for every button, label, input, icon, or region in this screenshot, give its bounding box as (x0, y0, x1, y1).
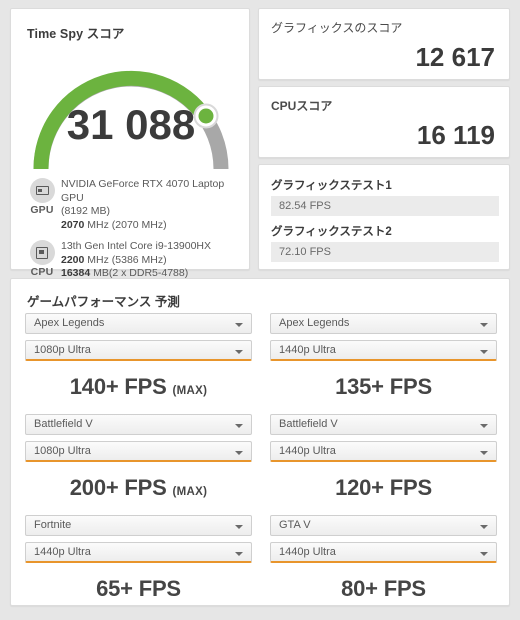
cpu-icon (29, 240, 55, 265)
cpu-icon-label: CPU (30, 266, 54, 278)
preset-select-value: 1440p Ultra (279, 344, 336, 356)
timespy-score-panel: Time Spy スコア 31 088 GPU NVIDIA GeForce R… (10, 8, 250, 279)
gpu-icon (29, 178, 55, 203)
graphics-test-2-value: 72.10 FPS (271, 242, 499, 262)
chevron-down-icon (235, 323, 243, 327)
game-select[interactable]: Fortnite (25, 515, 252, 536)
fps-estimate: 120+ FPS (270, 468, 497, 511)
chevron-down-icon (480, 525, 488, 529)
game-select-value: Battlefield V (279, 418, 338, 430)
benchmark-result-page: Time Spy スコア 31 088 GPU NVIDIA GeForce R… (0, 0, 520, 620)
cpu-clock-value: 2200 (61, 253, 85, 266)
chevron-down-icon (480, 451, 488, 455)
chevron-down-icon (235, 424, 243, 428)
graphics-test-2-label: グラフィックステスト2 (271, 226, 392, 238)
timespy-panel-title: Time Spy スコア (27, 27, 125, 41)
game-select[interactable]: Battlefield V (25, 414, 252, 435)
graphics-score-value: 12 617 (415, 42, 495, 72)
gpu-memory: (8192 MB) (61, 205, 111, 217)
preset-select-value: 1440p Ultra (34, 546, 91, 558)
game-performance-grid: Apex Legends 1080p Ultra 140+ FPS (MAX) … (25, 313, 497, 616)
game-performance-title: ゲームパフォーマンス 予測 (27, 295, 180, 309)
fps-estimate: 65+ FPS (25, 569, 252, 612)
game-cell: Apex Legends 1080p Ultra 140+ FPS (MAX) (25, 313, 252, 414)
graphics-score-panel: グラフィックスのスコア 12 617 (258, 8, 510, 80)
gpu-icon-label: GPU (30, 204, 54, 216)
game-select-value: Fortnite (34, 519, 72, 531)
game-select-value: Apex Legends (34, 317, 105, 329)
preset-select[interactable]: 1440p Ultra (25, 542, 252, 563)
graphics-tests-panel: グラフィックステスト1 82.54 FPS グラフィックステスト2 72.10 … (258, 164, 510, 270)
chevron-down-icon (480, 323, 488, 327)
graphics-test-1-label: グラフィックステスト1 (271, 180, 392, 192)
fps-estimate: 80+ FPS (270, 569, 497, 612)
fps-max-badge: (MAX) (172, 486, 208, 498)
cpu-clock-unit: MHz (5386 MHz) (84, 253, 167, 266)
cpu-score-panel: CPUスコア 16 119 (258, 86, 510, 158)
fps-estimate: 135+ FPS (270, 367, 497, 410)
fps-max-badge: (MAX) (172, 385, 208, 397)
preset-select[interactable]: 1440p Ultra (270, 340, 497, 361)
fps-value: 65+ FPS (96, 576, 181, 601)
game-select[interactable]: Apex Legends (25, 313, 252, 334)
cpu-details: 13th Gen Intel Core i9-13900HX 2200 MHz … (61, 239, 249, 281)
game-select-value: Battlefield V (34, 418, 93, 430)
graphics-test-2: グラフィックステスト2 72.10 FPS (271, 223, 499, 262)
game-cell: Battlefield V 1440p Ultra 120+ FPS (270, 414, 497, 515)
fps-value: 120+ FPS (335, 475, 432, 500)
cpu-icon-column: CPU (23, 239, 61, 278)
game-select[interactable]: GTA V (270, 515, 497, 536)
cpu-clock: 2200 MHz (5386 MHz) (61, 254, 249, 268)
graphics-test-1: グラフィックステスト1 82.54 FPS (271, 177, 499, 216)
preset-select-value: 1080p Ultra (34, 344, 91, 356)
gpu-clock-unit: MHz (2070 MHz) (84, 218, 167, 231)
chevron-down-icon (235, 525, 243, 529)
preset-select[interactable]: 1440p Ultra (270, 441, 497, 462)
hardware-row-cpu: CPU 13th Gen Intel Core i9-13900HX 2200 … (23, 239, 249, 281)
preset-select-value: 1080p Ultra (34, 445, 91, 457)
game-select[interactable]: Apex Legends (270, 313, 497, 334)
game-cell: Fortnite 1440p Ultra 65+ FPS (25, 515, 252, 616)
fps-value: 200+ FPS (69, 475, 167, 500)
preset-select-value: 1440p Ultra (279, 445, 336, 457)
chevron-down-icon (480, 350, 488, 354)
fps-estimate: 200+ FPS (MAX) (25, 468, 252, 511)
game-performance-panel: ゲームパフォーマンス 予測 Apex Legends 1080p Ultra 1… (10, 278, 510, 606)
graphics-test-1-value: 82.54 FPS (271, 196, 499, 216)
gpu-details: NVIDIA GeForce RTX 4070 Laptop GPU (8192… (61, 177, 249, 232)
fps-value: 135+ FPS (335, 374, 432, 399)
game-cell: Battlefield V 1080p Ultra 200+ FPS (MAX) (25, 414, 252, 515)
chevron-down-icon (235, 552, 243, 556)
gpu-clock-value: 2070 (61, 218, 85, 231)
gpu-clock: 2070 MHz (2070 MHz) (61, 219, 249, 233)
cpu-score-value: 16 119 (416, 120, 495, 150)
game-select-value: GTA V (279, 519, 311, 531)
chevron-down-icon (235, 350, 243, 354)
graphics-score-title: グラフィックスのスコア (271, 21, 403, 35)
hardware-row-gpu: GPU NVIDIA GeForce RTX 4070 Laptop GPU (… (23, 177, 249, 232)
preset-select[interactable]: 1440p Ultra (270, 542, 497, 563)
cpu-name: 13th Gen Intel Core i9-13900HX (61, 240, 212, 252)
fps-value: 80+ FPS (341, 576, 426, 601)
fps-value: 140+ FPS (69, 374, 167, 399)
preset-select-value: 1440p Ultra (279, 546, 336, 558)
hardware-list: GPU NVIDIA GeForce RTX 4070 Laptop GPU (… (23, 177, 249, 288)
gpu-icon-column: GPU (23, 177, 61, 216)
timespy-score-value: 31 088 (66, 101, 196, 148)
game-select[interactable]: Battlefield V (270, 414, 497, 435)
game-cell: GTA V 1440p Ultra 80+ FPS (270, 515, 497, 616)
cpu-score-title: CPUスコア (271, 99, 333, 113)
preset-select[interactable]: 1080p Ultra (25, 441, 252, 462)
preset-select[interactable]: 1080p Ultra (25, 340, 252, 361)
game-select-value: Apex Legends (279, 317, 350, 329)
gpu-name: NVIDIA GeForce RTX 4070 Laptop GPU (61, 178, 225, 204)
chevron-down-icon (480, 552, 488, 556)
chevron-down-icon (235, 451, 243, 455)
chevron-down-icon (480, 424, 488, 428)
fps-estimate: 140+ FPS (MAX) (25, 367, 252, 410)
game-cell: Apex Legends 1440p Ultra 135+ FPS (270, 313, 497, 414)
